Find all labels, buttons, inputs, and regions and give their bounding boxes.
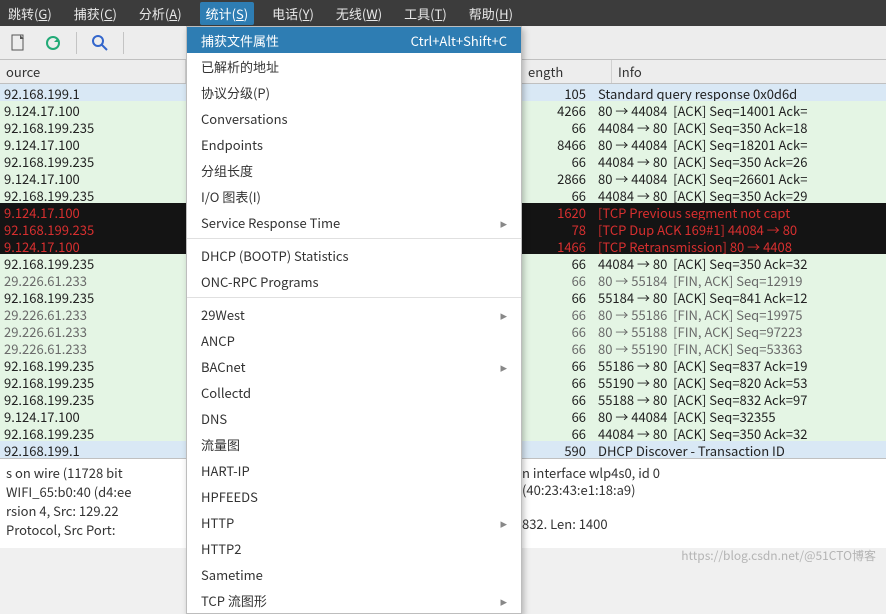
toolbar-separator: [123, 32, 124, 54]
menu-item[interactable]: 已解析的地址: [187, 53, 521, 79]
menu-item[interactable]: Sametime: [187, 561, 521, 587]
toolbar-separator: [76, 32, 77, 54]
menu-item[interactable]: Service Response Time: [187, 209, 521, 235]
menu-item[interactable]: Conversations: [187, 105, 521, 131]
menu-item-label: Service Response Time: [201, 213, 340, 232]
menu-wireless[interactable]: 无线(W): [332, 2, 386, 25]
menu-item[interactable]: 分组长度: [187, 157, 521, 183]
menu-item-label: TCP 流图形: [201, 591, 267, 610]
menu-item[interactable]: 协议分级(P): [187, 79, 521, 105]
reload-button[interactable]: [40, 30, 66, 56]
menubar: 跳转(G) 捕获(C) 分析(A) 统计(S) 电话(Y) 无线(W) 工具(T…: [0, 0, 886, 26]
menu-item-label: DNS: [201, 409, 227, 428]
menu-item-label: Conversations: [201, 109, 288, 128]
menu-goto[interactable]: 跳转(G): [4, 2, 56, 25]
menu-shortcut: Ctrl+Alt+Shift+C: [411, 31, 507, 50]
menu-item-label: HPFEEDS: [201, 487, 258, 506]
menu-item-label: 流量图: [201, 435, 240, 454]
file-icon: [10, 34, 28, 52]
menu-item[interactable]: HPFEEDS: [187, 483, 521, 509]
menu-item-label: 已解析的地址: [201, 57, 279, 76]
magnifier-icon: [91, 34, 109, 52]
menu-item[interactable]: ANCP: [187, 327, 521, 353]
toolbar-button[interactable]: [6, 30, 32, 56]
menu-item[interactable]: ONC-RPC Programs: [187, 268, 521, 294]
column-info[interactable]: Info: [612, 60, 886, 83]
menu-item[interactable]: HTTP2: [187, 535, 521, 561]
menu-item-label: 捕获文件属性: [201, 31, 279, 50]
menu-capture[interactable]: 捕获(C): [70, 2, 121, 25]
watermark: https://blog.csdn.net/@51CTO博客: [681, 547, 876, 564]
menu-item-label: Sametime: [201, 565, 263, 584]
find-button[interactable]: [87, 30, 113, 56]
menu-separator: [187, 297, 521, 298]
menu-item-label: ONC-RPC Programs: [201, 272, 319, 291]
menu-item-label: 协议分级(P): [201, 83, 270, 102]
menu-item-label: 29West: [201, 305, 245, 324]
menu-item-label: DHCP (BOOTP) Statistics: [201, 246, 349, 265]
menu-telephony[interactable]: 电话(Y): [268, 2, 318, 25]
menu-separator: [187, 238, 521, 239]
menu-item-label: HTTP: [201, 513, 234, 532]
menu-item[interactable]: BACnet: [187, 353, 521, 379]
menu-item-label: I/O 图表(I): [201, 187, 261, 206]
menu-item-label: Endpoints: [201, 135, 263, 154]
menu-item[interactable]: 流量图: [187, 431, 521, 457]
menu-item-label: 分组长度: [201, 161, 253, 180]
reload-icon: [44, 34, 62, 52]
column-length[interactable]: ength: [522, 60, 612, 83]
menu-item[interactable]: HTTP: [187, 509, 521, 535]
menu-item[interactable]: HART-IP: [187, 457, 521, 483]
menu-item[interactable]: Endpoints: [187, 131, 521, 157]
menu-statistics[interactable]: 统计(S): [200, 2, 255, 25]
menu-item[interactable]: 捕获文件属性 Ctrl+Alt+Shift+C: [187, 27, 521, 53]
statistics-menu[interactable]: 捕获文件属性 Ctrl+Alt+Shift+C 已解析的地址协议分级(P) Conve…: [186, 26, 522, 614]
menu-item[interactable]: DNS: [187, 405, 521, 431]
detail-line: (40:23:43:e1:18:a9): [522, 480, 636, 499]
menu-item[interactable]: I/O 图表(I): [187, 183, 521, 209]
menu-help[interactable]: 帮助(H): [465, 2, 517, 25]
menu-item-label: BACnet: [201, 357, 246, 376]
menu-item[interactable]: TCP 流图形: [187, 587, 521, 613]
detail-line: 832. Len: 1400: [522, 514, 608, 533]
menu-item[interactable]: 29West: [187, 301, 521, 327]
menu-item[interactable]: DHCP (BOOTP) Statistics: [187, 242, 521, 268]
menu-item-label: HTTP2: [201, 539, 241, 558]
menu-item-label: ANCP: [201, 331, 235, 350]
column-source[interactable]: ource: [0, 60, 186, 83]
menu-item-label: HART-IP: [201, 461, 250, 480]
menu-analyze[interactable]: 分析(A): [135, 2, 186, 25]
menu-item[interactable]: Collectd: [187, 379, 521, 405]
menu-item-label: Collectd: [201, 383, 251, 402]
menu-tools[interactable]: 工具(T): [400, 2, 451, 25]
